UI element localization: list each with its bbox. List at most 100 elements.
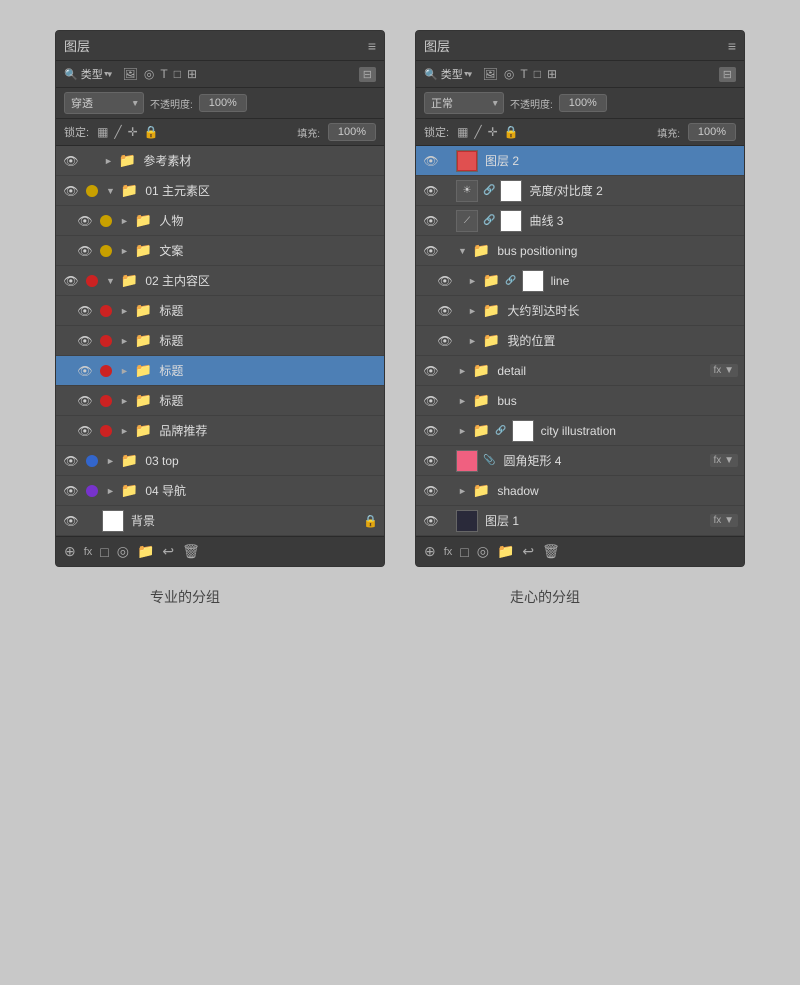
right-footer-adj-icon[interactable]: ◎ <box>477 543 489 560</box>
eye-copy[interactable]: 👁 <box>76 242 94 260</box>
left-toggle-icon[interactable]: ⊟ <box>359 67 376 82</box>
right-shape-filter-icon[interactable]: □ <box>534 67 541 81</box>
footer-adj-icon[interactable]: ◎ <box>117 543 129 560</box>
right-image-filter-icon[interactable]: 🖼 <box>483 67 498 81</box>
right-toggle-icon[interactable]: ⊟ <box>719 67 736 82</box>
right-eye-layer1[interactable]: 👁 <box>422 512 440 530</box>
layer-01group[interactable]: 👁 ▼ 📁 01 主元素区 <box>56 176 384 206</box>
arrow-02group[interactable]: ▼ <box>106 276 115 286</box>
footer-fx-icon[interactable]: fx <box>84 546 93 558</box>
circle-filter-icon[interactable]: ◎ <box>144 67 154 81</box>
layer-ref[interactable]: 👁 ► 📁 参考素材 <box>56 146 384 176</box>
footer-back-icon[interactable]: ↩ <box>162 543 174 560</box>
arrow-03top[interactable]: ► <box>106 456 115 466</box>
layer-copy[interactable]: 👁 ► 📁 文案 <box>56 236 384 266</box>
eye-bg[interactable]: 👁 <box>62 512 80 530</box>
eye-brand[interactable]: 👁 <box>76 422 94 440</box>
arrow-04nav[interactable]: ► <box>106 486 115 496</box>
eye-people[interactable]: 👁 <box>76 212 94 230</box>
right-eye-bright[interactable]: 👁 <box>422 182 440 200</box>
layer-title4[interactable]: 👁 ► 📁 标题 <box>56 386 384 416</box>
right-lock-move-icon[interactable]: ✛ <box>488 125 498 139</box>
right-fill-value[interactable]: 100% <box>688 123 736 141</box>
right-panel-menu-icon[interactable]: ≡ <box>728 38 736 54</box>
right-footer-folder-icon[interactable]: 📁 <box>497 543 514 560</box>
right-eye-layer2[interactable]: 👁 <box>422 152 440 170</box>
layer-04nav[interactable]: 👁 ► 📁 04 导航 <box>56 476 384 506</box>
right-layer-line[interactable]: 👁 ► 📁 🔗 line <box>416 266 744 296</box>
right-filter-dropdown[interactable]: 🔍 类型 ▼ <box>424 66 474 82</box>
layer-title1[interactable]: 👁 ► 📁 标题 <box>56 296 384 326</box>
right-eye-detail[interactable]: 👁 <box>422 362 440 380</box>
right-layer-rect[interactable]: 👁 📎 圆角矩形 4 fx ▼ <box>416 446 744 476</box>
eye-ref[interactable]: 👁 <box>62 152 80 170</box>
arrow-brand[interactable]: ► <box>120 426 129 436</box>
right-layer-shadow[interactable]: 👁 ► 📁 shadow <box>416 476 744 506</box>
right-arrow-bus-pos[interactable]: ▼ <box>458 246 467 256</box>
right-eye-line[interactable]: 👁 <box>436 272 454 290</box>
right-arrow-location[interactable]: ► <box>468 336 477 346</box>
lock-pixels-icon[interactable]: ▦ <box>97 125 108 139</box>
lock-all-icon[interactable]: 🔒 <box>144 125 159 139</box>
right-layer-arrive[interactable]: 👁 ► 📁 大约到达时长 <box>416 296 744 326</box>
right-eye-bus-pos[interactable]: 👁 <box>422 242 440 260</box>
right-layer-layer2[interactable]: 👁 图层 2 <box>416 146 744 176</box>
right-footer-back-icon[interactable]: ↩ <box>522 543 534 560</box>
arrow-title2[interactable]: ► <box>120 336 129 346</box>
right-eye-location[interactable]: 👁 <box>436 332 454 350</box>
right-footer-new-icon[interactable]: □ <box>460 544 468 560</box>
eye-04nav[interactable]: 👁 <box>62 482 80 500</box>
right-layer-bright[interactable]: 👁 ☀ 🔗 亮度/对比度 2 <box>416 176 744 206</box>
arrow-ref[interactable]: ► <box>104 156 113 166</box>
image-filter-icon[interactable]: 🖼 <box>123 67 138 81</box>
right-lock-all-icon[interactable]: 🔒 <box>504 125 519 139</box>
layer-brand[interactable]: 👁 ► 📁 品牌推荐 <box>56 416 384 446</box>
left-blend-dropdown[interactable]: 穿透 ▼ <box>64 92 144 114</box>
right-arrow-bus2[interactable]: ► <box>458 396 467 406</box>
left-opacity-value[interactable]: 100% <box>199 94 247 112</box>
lock-paint-icon[interactable]: ╱ <box>114 125 121 139</box>
eye-title3[interactable]: 👁 <box>76 362 94 380</box>
right-layer-curve[interactable]: 👁 ⟋ 🔗 曲线 3 <box>416 206 744 236</box>
right-footer-delete-icon[interactable]: 🗑 <box>542 543 560 560</box>
right-arrow-arrive[interactable]: ► <box>468 306 477 316</box>
right-footer-link-icon[interactable]: ⊕ <box>424 543 436 560</box>
left-panel-menu-icon[interactable]: ≡ <box>368 38 376 54</box>
arrow-people[interactable]: ► <box>120 216 129 226</box>
right-blend-dropdown[interactable]: 正常 ▼ <box>424 92 504 114</box>
layer-title2[interactable]: 👁 ► 📁 标题 <box>56 326 384 356</box>
right-eye-shadow[interactable]: 👁 <box>422 482 440 500</box>
eye-title1[interactable]: 👁 <box>76 302 94 320</box>
eye-01group[interactable]: 👁 <box>62 182 80 200</box>
right-layer-bus-pos[interactable]: 👁 ▼ 📁 bus positioning <box>416 236 744 266</box>
footer-folder-icon[interactable]: 📁 <box>137 543 154 560</box>
lock-move-icon[interactable]: ✛ <box>128 125 138 139</box>
right-eye-city[interactable]: 👁 <box>422 422 440 440</box>
right-arrow-city[interactable]: ► <box>458 426 467 436</box>
right-arrow-shadow[interactable]: ► <box>458 486 467 496</box>
left-fill-value[interactable]: 100% <box>328 123 376 141</box>
layer-02group[interactable]: 👁 ▼ 📁 02 主内容区 <box>56 266 384 296</box>
eye-03top[interactable]: 👁 <box>62 452 80 470</box>
right-lock-pixels-icon[interactable]: ▦ <box>457 125 468 139</box>
eye-title2[interactable]: 👁 <box>76 332 94 350</box>
arrow-title3[interactable]: ► <box>120 366 129 376</box>
eye-02group[interactable]: 👁 <box>62 272 80 290</box>
right-lock-paint-icon[interactable]: ╱ <box>474 125 481 139</box>
layer-03top[interactable]: 👁 ► 📁 03 top <box>56 446 384 476</box>
arrow-title4[interactable]: ► <box>120 396 129 406</box>
right-eye-rect[interactable]: 👁 <box>422 452 440 470</box>
right-footer-fx-icon[interactable]: fx <box>444 546 453 558</box>
right-layer-city[interactable]: 👁 ► 📁 🔗 city illustration <box>416 416 744 446</box>
right-layer-detail[interactable]: 👁 ► 📁 detail fx ▼ <box>416 356 744 386</box>
right-eye-arrive[interactable]: 👁 <box>436 302 454 320</box>
arrow-title1[interactable]: ► <box>120 306 129 316</box>
right-circle-filter-icon[interactable]: ◎ <box>504 67 514 81</box>
shape-filter-icon[interactable]: □ <box>174 67 181 81</box>
arrow-01group[interactable]: ▼ <box>106 186 115 196</box>
eye-title4[interactable]: 👁 <box>76 392 94 410</box>
right-eye-bus2[interactable]: 👁 <box>422 392 440 410</box>
right-arrow-line[interactable]: ► <box>468 276 477 286</box>
text-filter-icon[interactable]: T <box>160 67 167 81</box>
layer-title3[interactable]: 👁 ► 📁 标题 <box>56 356 384 386</box>
